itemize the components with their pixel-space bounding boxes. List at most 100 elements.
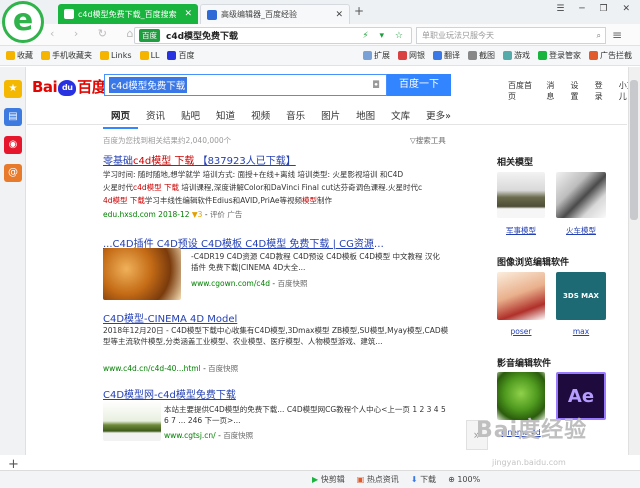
baidu-logo[interactable]: Bai du 百度 [32, 76, 107, 97]
toolbar-banking[interactable]: 网银 [398, 50, 425, 61]
star-icon [6, 51, 15, 60]
right-heading-models: 相关模型 [497, 158, 534, 168]
mail-icon[interactable]: @ [4, 164, 22, 182]
bookmark-links[interactable]: Links [100, 51, 132, 60]
folder-icon [100, 51, 109, 60]
folder-icon [139, 51, 149, 60]
browser-search-box[interactable]: 单职业玩法只服今天 ⌕ [416, 27, 606, 44]
zoom-level[interactable]: ⊕ 100% [448, 475, 480, 484]
link-home[interactable]: 百度首页 [508, 80, 536, 102]
scissors-icon [468, 51, 477, 60]
search-placeholder: 单职业玩法只服今天 [422, 31, 494, 40]
window-controls[interactable]: ☰ ─ ❐ ✕ [556, 4, 636, 14]
bookmark-ll[interactable]: LL [139, 51, 159, 60]
tab-wenku[interactable]: 文库 [383, 108, 418, 129]
toolbar-adblock[interactable]: 广告拦截 [589, 50, 632, 61]
close-tab-icon[interactable]: ✕ [335, 10, 343, 20]
tab-news[interactable]: 资讯 [138, 108, 173, 129]
tab-map[interactable]: 地图 [348, 108, 383, 129]
gamepad-icon [503, 51, 512, 60]
play-icon: ▶ [312, 475, 319, 484]
favorites-star-icon[interactable]: ★ [4, 80, 22, 98]
tab-video[interactable]: 视频 [243, 108, 278, 129]
result-title-4[interactable]: C4D模型网-c4d模型免费下载 [103, 386, 403, 401]
baidu-favicon-icon [64, 9, 74, 19]
search-tools-button[interactable]: ▽搜索工具 [410, 135, 446, 146]
result-thumbnail-4[interactable] [103, 401, 161, 441]
baidu-search-button[interactable]: 百度一下 [387, 74, 451, 96]
url-action-icons[interactable]: ⚡ ▾ ☆ [362, 31, 411, 41]
poser-image[interactable] [497, 272, 545, 320]
3dsmax-image[interactable]: 3DS MAX [556, 272, 606, 320]
menu-icon[interactable]: ≡ [612, 28, 622, 42]
link-login[interactable]: 登录 [595, 80, 609, 102]
close-tab-icon[interactable]: ✕ [184, 9, 192, 19]
toolbar-extensions[interactable]: 扩展 [363, 50, 390, 61]
bookmark-baidu[interactable]: 百度 [167, 50, 194, 61]
search-query: c4d模型免费下载 [109, 77, 188, 93]
tab-music[interactable]: 音乐 [278, 108, 313, 129]
tab-web[interactable]: 网页 [103, 108, 139, 129]
add-sidebar-button[interactable]: + [8, 457, 19, 472]
result-title-1[interactable]: 零基础c4d模型 下载 【837923人已下载】 [103, 152, 463, 167]
result-url-2[interactable]: www.cgown.com/c4d - 百度快照 [191, 278, 391, 289]
quick-cut-button[interactable]: ▶ 快剪辑 [312, 474, 345, 485]
fire-icon: ▣ [356, 475, 365, 484]
result-title-3[interactable]: C4D模型-CINEMA 4D Model [103, 310, 403, 325]
browser-logo[interactable]: e [2, 1, 44, 43]
result-desc-2: -C4DR19 C4D资源 C4D教程 C4D预设 C4D模板 C4D模型 中文… [191, 252, 440, 272]
caption-max[interactable]: max [556, 327, 606, 336]
url-bar[interactable]: 百度 c4d模型免费下载 ⚡ ▾ ☆ [134, 27, 412, 44]
download-button[interactable]: ⬇ 下载 [411, 474, 436, 485]
toolbar-login[interactable]: 登录管家 [538, 50, 581, 61]
scrollbar-thumb[interactable] [630, 80, 638, 220]
baidu-jingyan-watermark: Bai度经验 [476, 418, 588, 443]
new-tab-button[interactable]: + [354, 4, 364, 18]
result-url-4[interactable]: www.cgtsj.cn/ - 百度快照 [164, 430, 364, 441]
right-heading-av-software: 影音编辑软件 [497, 359, 552, 369]
link-settings[interactable]: 设置 [570, 80, 584, 102]
tab-editor[interactable]: 高级编辑器_百度经验 ✕ [200, 4, 350, 24]
caption-military-model[interactable]: 军事模型 [497, 225, 545, 236]
search-tabs: 网页 资讯 贴吧 知道 视频 音乐 图片 地图 文库 更多» [103, 108, 459, 129]
camera-icon[interactable]: ◘ [372, 80, 380, 91]
baidu-search-input[interactable]: c4d模型免费下载 ◘ [104, 74, 387, 96]
url-title: c4d模型免费下载 [166, 32, 239, 42]
search-icon[interactable]: ⌕ [597, 31, 605, 41]
tab-zhidao[interactable]: 知道 [208, 108, 243, 129]
result-url-1[interactable]: edu.hxsd.com 2018-12 ▼3 - 评价 广告 [103, 209, 403, 220]
result-desc-1b: 火星时代c4d模型 下载 培训课程,深度讲解Color和DaVinci Fina… [103, 183, 423, 192]
bank-icon [398, 51, 407, 60]
site-badge: 百度 [139, 29, 160, 42]
bookmark-collections[interactable]: 收藏 [6, 50, 33, 61]
folder-icon [41, 51, 50, 60]
hot-news-button[interactable]: ▣ 热点资讯 [357, 474, 399, 485]
result-count: 百度为您找到相关结果约2,040,000个 [103, 136, 232, 145]
tab-images[interactable]: 图片 [313, 108, 348, 129]
military-model-image[interactable] [497, 172, 545, 218]
train-model-image[interactable] [556, 172, 606, 218]
download-icon: ⬇ [410, 475, 418, 484]
weibo-icon[interactable]: ◉ [4, 136, 22, 154]
tabs-divider [27, 124, 627, 125]
tab-baidu-search[interactable]: c4d模型免费下载_百度搜索 ✕ [58, 4, 198, 24]
tab-tieba[interactable]: 贴吧 [173, 108, 208, 129]
bookmark-mobile[interactable]: 手机收藏夹 [41, 50, 92, 61]
caption-poser[interactable]: poser [497, 327, 545, 336]
result-desc-4: 本站主要提供C4D模型的免费下载... C4D模型网CG教程个人中心<上一页 1… [164, 405, 446, 425]
apps-icon[interactable]: ▤ [4, 108, 22, 126]
result-desc-1c: 4d模型 下载学习丰线性编辑软件Edius和AVID,PriAe等视频模型制作 [103, 196, 332, 205]
result-url-3[interactable]: www.c4d.cn/c4d-40...html - 百度快照 [103, 363, 353, 374]
top-links: 百度首页 消息 设置 登录 小艾儿 [508, 80, 640, 102]
toolbar-translate[interactable]: 翻译 [433, 50, 460, 61]
link-messages[interactable]: 消息 [546, 80, 560, 102]
right-heading-image-software: 图像浏览编辑软件 [497, 258, 570, 268]
caption-train-model[interactable]: 火车模型 [556, 225, 606, 236]
toolbar-screenshot[interactable]: 截图 [468, 50, 495, 61]
bookmarks-bar: 收藏 手机收藏夹 Links LL 百度 扩展 网银 翻译 截图 游戏 登录管家… [0, 46, 640, 66]
tab-title: c4d模型免费下载_百度搜索 [78, 9, 177, 19]
result-thumbnail-2[interactable] [103, 248, 181, 300]
tab-more[interactable]: 更多» [418, 108, 459, 129]
nav-buttons[interactable]: ‹ › ↻ ⌂ [50, 27, 142, 40]
toolbar-games[interactable]: 游戏 [503, 50, 530, 61]
